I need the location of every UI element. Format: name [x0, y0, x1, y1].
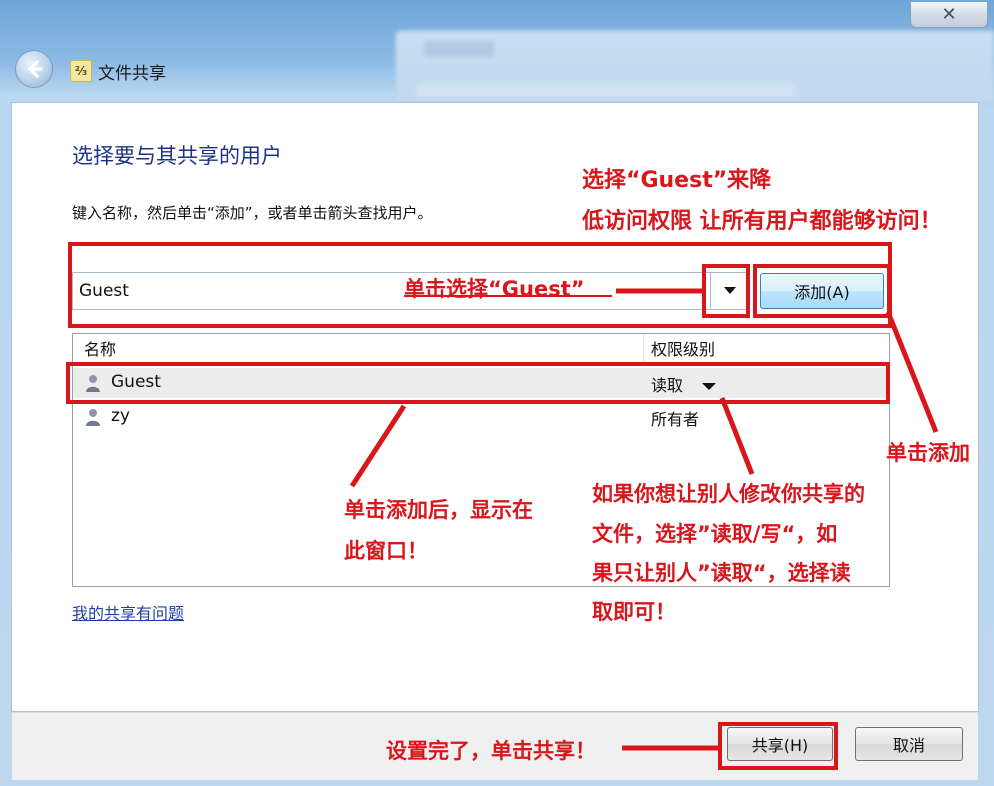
column-divider	[643, 334, 644, 362]
back-arrow-icon	[28, 60, 43, 78]
annotation-permission-3: 果只让别人”读取“，选择读	[592, 561, 851, 585]
user-icon	[86, 409, 100, 426]
close-icon: ✕	[941, 4, 957, 25]
cancel-button-label: 取消	[892, 736, 925, 755]
file-sharing-icon: ⅔	[70, 60, 92, 82]
cancel-button[interactable]: 取消	[855, 727, 963, 761]
annotation-click-add: 单击添加	[886, 441, 970, 465]
table-row[interactable]: zy 所有者	[73, 402, 889, 432]
annotation-permission-4: 取即可！	[592, 600, 676, 624]
close-button[interactable]: ✕	[910, 2, 988, 28]
row-user-name: zy	[111, 406, 130, 426]
annotation-after-add-1: 单击添加后，显示在	[344, 498, 533, 522]
instruction-text: 键入名称，然后单击“添加”，或者单击箭头查找用户。	[72, 204, 433, 222]
annotation-box-guest-row	[66, 362, 890, 404]
row-permission-label: 所有者	[651, 410, 700, 429]
column-header-permission[interactable]: 权限级别	[651, 336, 715, 360]
annotation-click-select-guest: 单击选择“Guest”	[404, 277, 585, 301]
wizard-title: 文件共享	[98, 64, 166, 84]
annotation-choose-guest-2: 低访问权限 让所有用户都能够访问！	[582, 209, 942, 234]
page-heading: 选择要与其共享的用户	[72, 144, 282, 168]
back-button[interactable]	[15, 50, 53, 88]
annotation-box-share	[718, 722, 838, 770]
annotation-after-add-2: 此窗口！	[344, 539, 428, 563]
annotation-box-add	[753, 264, 891, 318]
annotation-finish: 设置完了，单击共享！	[386, 739, 596, 763]
annotation-choose-guest-1: 选择“Guest”来降	[582, 168, 772, 193]
annotation-permission-1: 如果你想让别人修改你共享的	[592, 482, 865, 506]
column-header-name[interactable]: 名称	[84, 336, 116, 360]
annotation-permission-2: 文件，选择”读取/写“，如	[592, 522, 838, 546]
annotation-box-dropdown	[702, 264, 750, 318]
background-window	[395, 30, 994, 104]
help-link[interactable]: 我的共享有问题	[72, 600, 184, 624]
